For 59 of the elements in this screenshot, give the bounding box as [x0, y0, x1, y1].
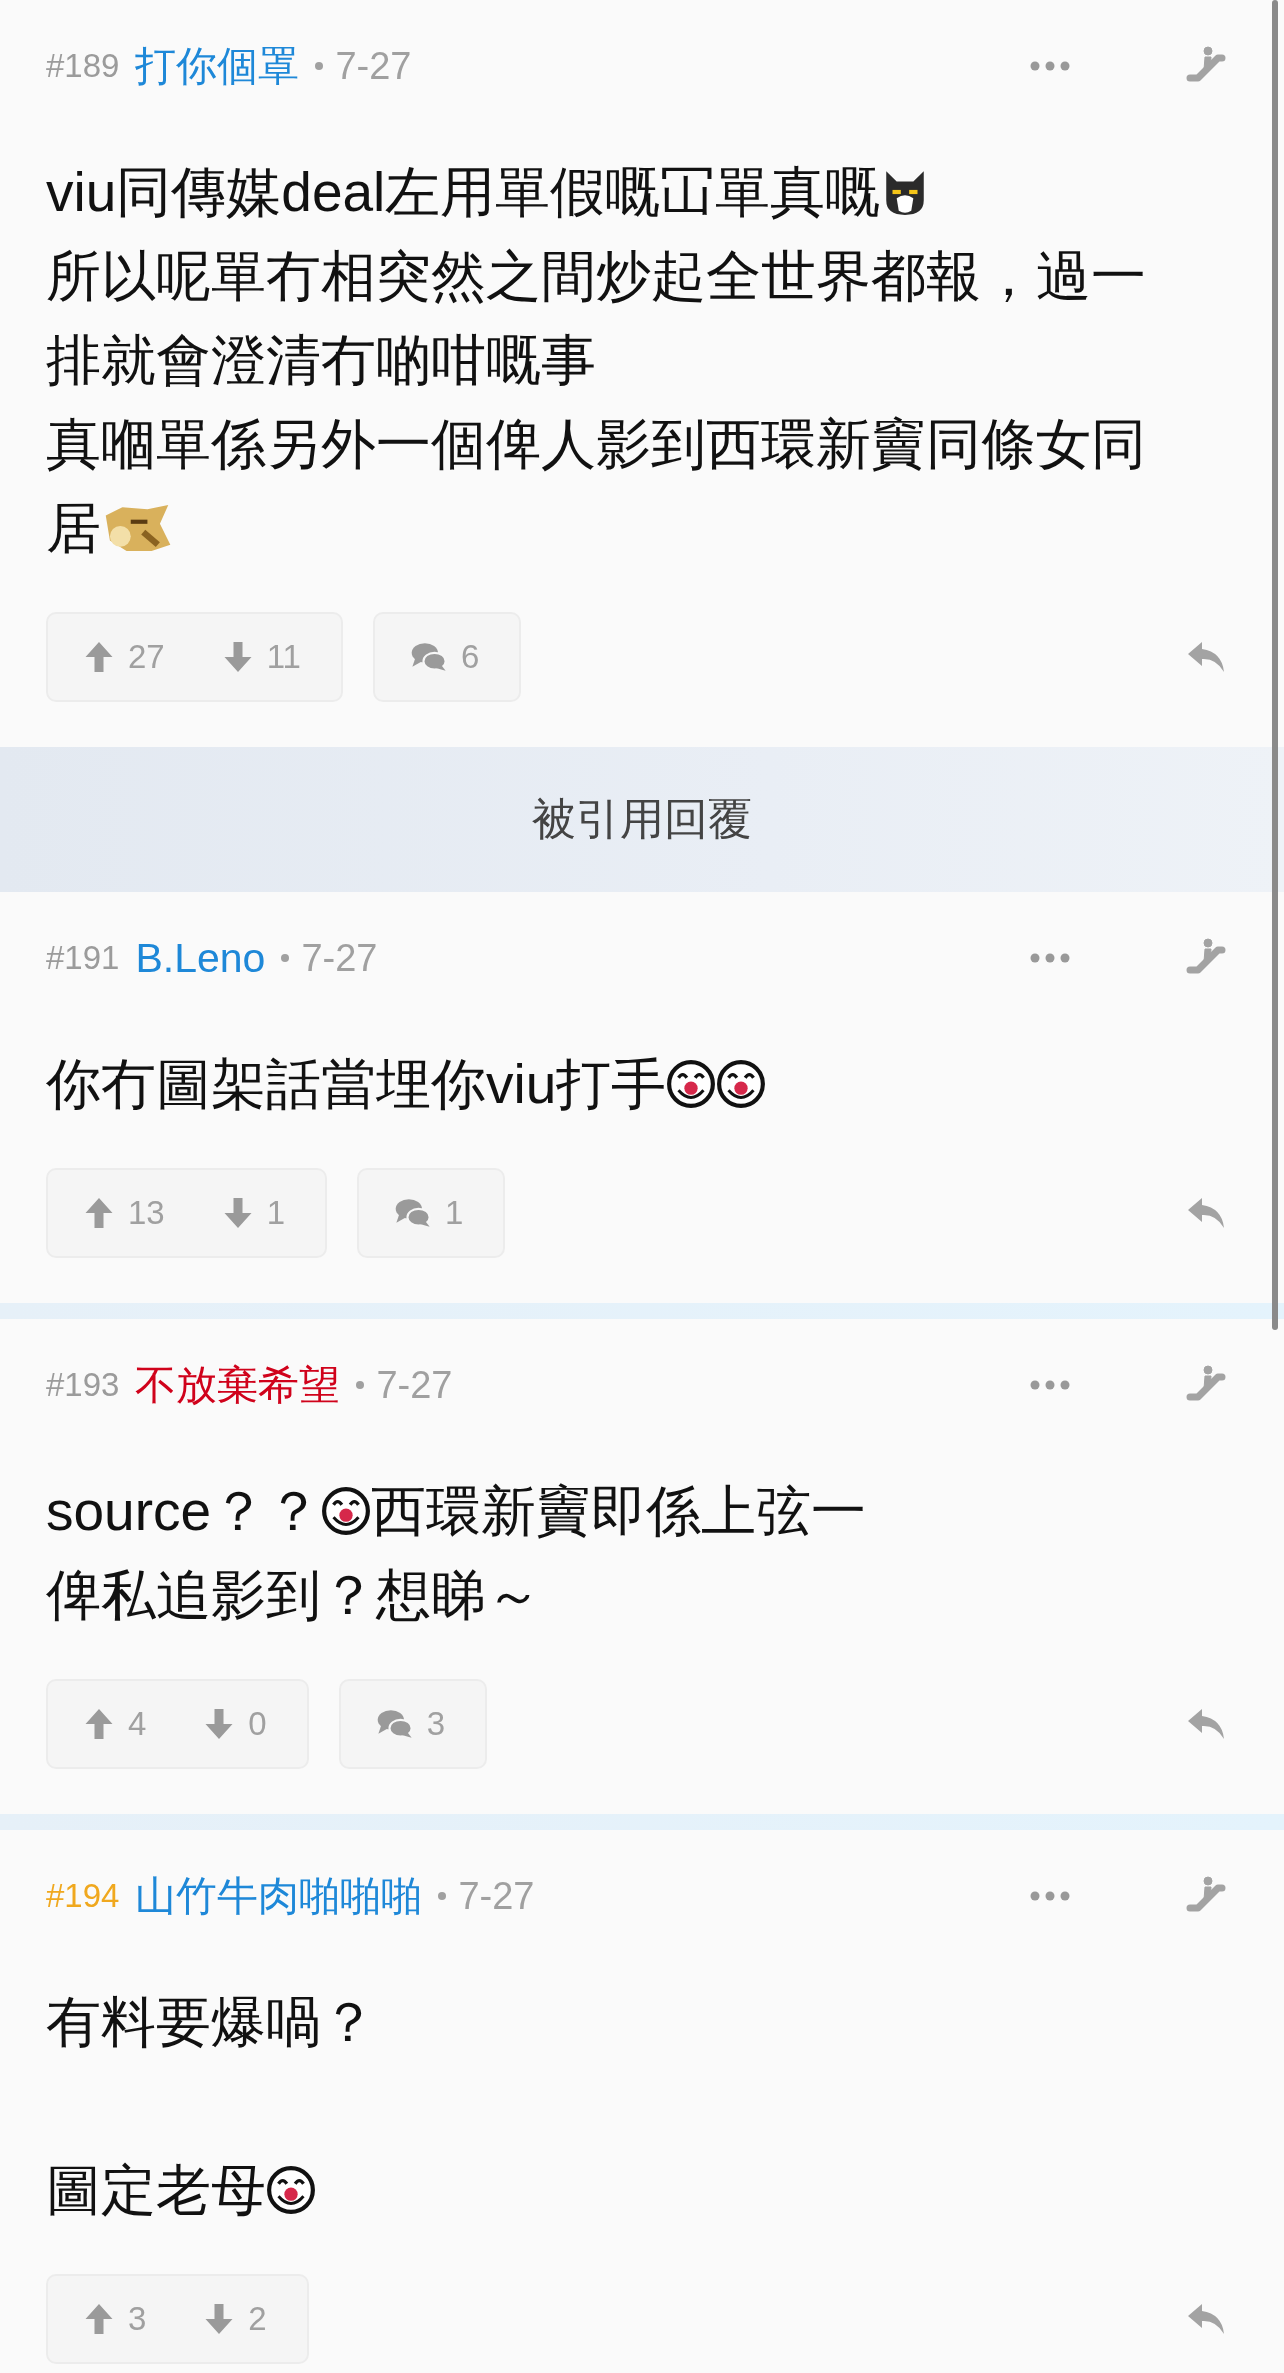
post-number: #191	[46, 939, 120, 977]
downvote-count: 2	[248, 2300, 267, 2338]
post-date: 7-27	[315, 44, 412, 88]
upvote-icon[interactable]	[84, 2302, 114, 2336]
post-text: source？？ 西環新竇即係上弦一 俾私追影到？想睇～	[46, 1479, 868, 1628]
upvote-icon[interactable]	[84, 1707, 114, 1741]
downvote-count: 1	[266, 1194, 286, 1232]
post-number: #189	[46, 47, 120, 85]
more-icon[interactable]	[1030, 1380, 1070, 1390]
post-number: #194	[46, 1877, 120, 1915]
downvote-count: 0	[248, 1705, 267, 1743]
upvote-icon[interactable]	[84, 1196, 114, 1230]
more-icon[interactable]	[1030, 61, 1070, 71]
reply-icon[interactable]	[1186, 1196, 1226, 1230]
more-icon[interactable]	[1030, 1891, 1070, 1901]
reply-icon[interactable]	[1186, 1707, 1226, 1741]
upvote-count: 13	[128, 1194, 165, 1232]
post-date: 7-27	[281, 936, 378, 980]
separator-dot-icon	[356, 1381, 365, 1389]
chat-bubbles-icon	[395, 1196, 432, 1230]
comments-button[interactable]: 3	[338, 1679, 488, 1769]
scrollbar[interactable]	[1272, 0, 1278, 1330]
clown-face-icon	[266, 2165, 316, 2215]
username-link[interactable]: 山竹牛肉啪啪啪	[135, 1868, 423, 1924]
quoted-replies-banner[interactable]: 被引用回覆	[0, 747, 1284, 892]
downvote-count: 11	[266, 638, 301, 676]
comment-count: 6	[461, 638, 480, 676]
separator-dot-icon	[281, 954, 290, 962]
downvote-icon[interactable]	[204, 1707, 235, 1741]
comment-count: 3	[426, 1705, 446, 1743]
username-link[interactable]: 不放棄希望	[135, 1357, 341, 1413]
more-icon[interactable]	[1030, 953, 1070, 963]
upvote-count: 27	[128, 638, 165, 676]
upvote-count: 4	[128, 1705, 147, 1743]
post-date: 7-27	[438, 1874, 535, 1918]
downvote-icon[interactable]	[204, 2302, 235, 2336]
post-date: 7-27	[356, 1363, 453, 1407]
downvote-icon[interactable]	[222, 1196, 253, 1230]
comments-button[interactable]: 1	[357, 1168, 506, 1258]
clown-face-icon	[716, 1059, 767, 1109]
upvote-count: 3	[128, 2300, 147, 2338]
reply-icon[interactable]	[1186, 640, 1226, 674]
username-link[interactable]: B.Leno	[135, 934, 266, 982]
comments-button[interactable]: 6	[373, 612, 522, 702]
post-text: 你冇圖架話當埋你viu打手	[46, 1042, 1196, 1126]
reply-icon[interactable]	[1186, 2302, 1226, 2336]
post-text: 有料要爆喎？ 圖定老母	[46, 1990, 377, 2223]
separator-dot-icon	[315, 62, 324, 70]
comment-count: 1	[445, 1194, 464, 1232]
separator-dot-icon	[438, 1892, 447, 1900]
post-text: viu同傳媒deal左用單假嘅冚單真嘅 所以呢單冇相突然之間炒起全世界都報，過一排就會澄清冇啲咁嘅事 真嗰單係另外一個俾人影到西環新竇同條女同居	[46, 160, 1147, 561]
downvote-icon[interactable]	[222, 640, 253, 674]
clown-face-icon	[321, 1486, 372, 1536]
upvote-icon[interactable]	[84, 640, 114, 674]
username-link[interactable]: 打你個罩	[135, 38, 300, 94]
chat-bubbles-icon	[376, 1707, 413, 1741]
chat-bubbles-icon	[411, 640, 447, 674]
clown-face-icon	[666, 1059, 717, 1109]
post-number: #193	[46, 1366, 120, 1404]
